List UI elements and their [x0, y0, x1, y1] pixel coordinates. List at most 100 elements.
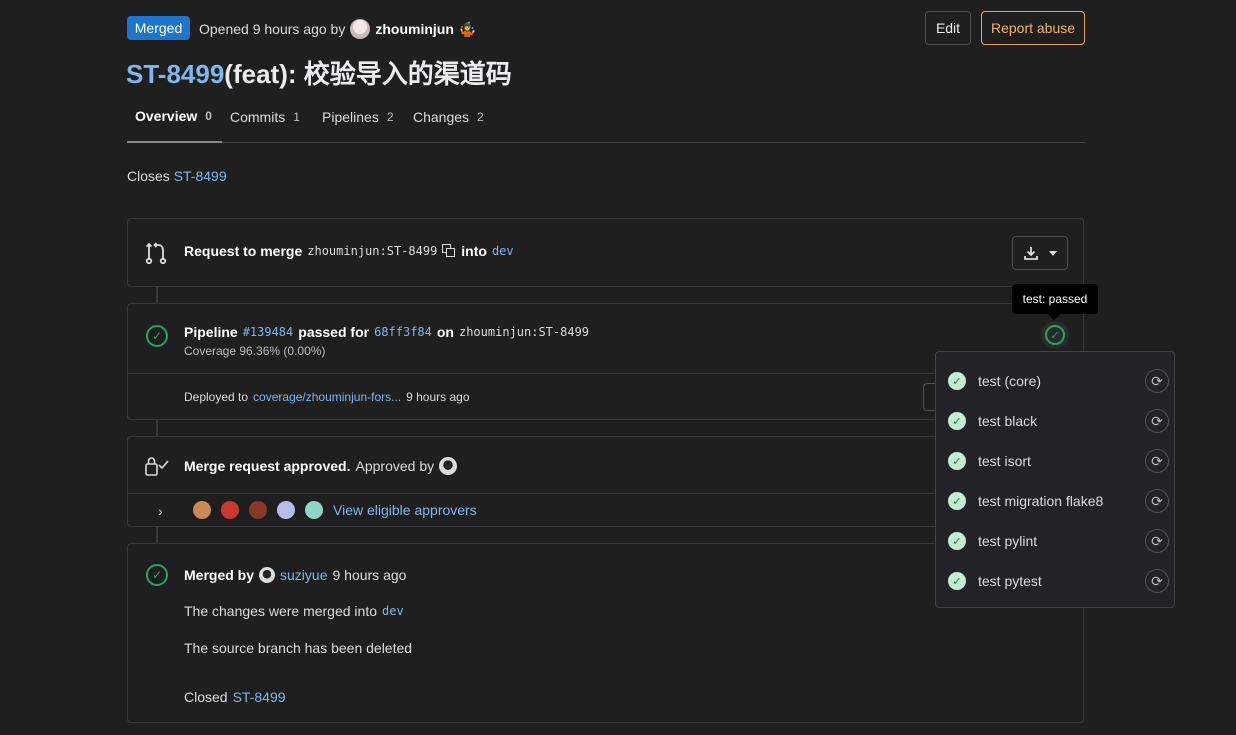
stage-status-button[interactable]: ✓	[1041, 321, 1069, 349]
merged-by-text: Merged by suziyue 9 hours ago	[184, 567, 406, 583]
tab-label: Changes	[413, 108, 470, 125]
approval-label: Merge request approved.	[184, 458, 351, 474]
edit-button[interactable]: Edit	[925, 11, 971, 45]
description: Closes ST-8499	[127, 168, 227, 184]
check-icon: ✓	[948, 572, 966, 590]
merged-branch-link[interactable]: dev	[382, 604, 404, 618]
timeline-connector	[156, 286, 158, 304]
status-badge: Merged	[127, 16, 190, 40]
retry-icon[interactable]: ⟳	[1145, 409, 1169, 433]
copy-icon[interactable]	[442, 244, 456, 258]
title-text: (feat): 校验导入的渠道码	[224, 59, 512, 89]
target-branch-link[interactable]: dev	[492, 244, 514, 258]
job-item[interactable]: ✓ test isort ⟳	[948, 445, 1169, 477]
stage-jobs-dropdown: ✓ test (core) ⟳ ✓ test black ⟳ ✓ test is…	[935, 351, 1175, 608]
timeline-connector	[156, 526, 158, 544]
deployed-prefix: Deployed to	[184, 390, 249, 404]
pipeline-status-icon[interactable]: ✓	[146, 325, 168, 347]
closes-prefix: Closes	[127, 168, 170, 184]
deployment-text: Deployed to coverage/zhouminjun-fors... …	[184, 390, 470, 404]
job-item[interactable]: ✓ test (core) ⟳	[948, 365, 1169, 397]
tooltip-arrow	[1048, 314, 1060, 320]
merged-into-label: The changes were merged into	[184, 603, 377, 619]
source-deleted-text: The source branch has been deleted	[184, 640, 413, 656]
retry-icon[interactable]: ⟳	[1145, 449, 1169, 473]
title-ref-link[interactable]: ST-8499	[126, 59, 224, 89]
approval-icon	[144, 455, 170, 477]
tab-commits[interactable]: Commits 1	[230, 100, 300, 143]
retry-icon[interactable]: ⟳	[1145, 489, 1169, 513]
merge-request-label: Request to merge	[184, 243, 303, 259]
job-name: test migration flake8	[978, 493, 1104, 509]
tab-count: 2	[386, 109, 394, 124]
deployed-time: 9 hours ago	[406, 390, 470, 404]
view-approvers-link[interactable]: View eligible approvers	[333, 502, 477, 518]
job-name: test pytest	[978, 573, 1042, 589]
job-item[interactable]: ✓ test pytest ⟳	[948, 565, 1169, 597]
closed-prefix: Closed	[184, 689, 228, 705]
approver-avatar[interactable]	[249, 501, 267, 519]
closes-issue-link[interactable]: ST-8499	[174, 168, 227, 184]
job-name: test (core)	[978, 373, 1042, 389]
merge-request-panel: Request to merge zhouminjun:ST-8499 into…	[127, 218, 1084, 287]
tab-pipelines[interactable]: Pipelines 2	[322, 100, 394, 143]
merged-by-label: Merged by	[184, 567, 255, 583]
passed-for-label: passed for	[298, 324, 370, 340]
into-label: into	[461, 243, 487, 259]
approver-avatar[interactable]	[305, 501, 323, 519]
author-status-emoji: 🤹	[458, 20, 477, 37]
tab-count: 1	[293, 109, 300, 124]
coverage-text: Coverage 96.36% (0.00%)	[184, 344, 326, 358]
job-item[interactable]: ✓ test black ⟳	[948, 405, 1169, 437]
opened-text: Opened 9 hours ago by	[199, 21, 346, 37]
approver-avatar[interactable]	[193, 501, 211, 519]
opened-info: Opened 9 hours ago by zhouminjun 🤹	[199, 19, 476, 39]
closed-issue-link[interactable]: ST-8499	[233, 689, 286, 705]
commit-link[interactable]: 68ff3f84	[374, 325, 432, 339]
on-label: on	[436, 324, 454, 340]
merged-into-text: The changes were merged into dev	[184, 603, 404, 619]
retry-icon[interactable]: ⟳	[1145, 529, 1169, 553]
chevron-down-icon	[1049, 250, 1057, 256]
retry-icon[interactable]: ⟳	[1145, 569, 1169, 593]
job-item[interactable]: ✓ test migration flake8 ⟳	[948, 485, 1169, 517]
tab-bar: Overview 0 Commits 1 Pipelines 2 Changes…	[127, 100, 1085, 143]
merger-avatar[interactable]	[259, 567, 276, 583]
tab-changes[interactable]: Changes 2	[413, 100, 484, 143]
chevron-right-icon[interactable]: ›	[158, 503, 163, 519]
merger-link[interactable]: suziyue	[280, 567, 327, 583]
pipeline-label: Pipeline	[184, 324, 238, 340]
merged-time: 9 hours ago	[332, 567, 407, 583]
approver-avatar[interactable]	[439, 457, 458, 475]
closed-text: Closed ST-8499	[184, 689, 286, 705]
retry-icon[interactable]: ⟳	[1145, 369, 1169, 393]
author-link[interactable]: zhouminjun	[375, 21, 454, 37]
author-avatar[interactable]	[350, 19, 371, 39]
source-branch: zhouminjun:ST-8499	[307, 244, 438, 258]
pipeline-id-link[interactable]: #139484	[243, 325, 294, 339]
report-abuse-button[interactable]: Report abuse	[981, 11, 1085, 45]
job-name: test black	[978, 413, 1038, 429]
merge-request-icon	[144, 241, 168, 265]
tab-label: Pipelines	[322, 108, 379, 125]
approval-text: Merge request approved. Approved by	[184, 457, 458, 475]
approver-avatar[interactable]	[277, 501, 295, 519]
approver-avatar[interactable]	[221, 501, 239, 519]
environment-link[interactable]: coverage/zhouminjun-fors...	[253, 390, 401, 404]
merged-status-icon: ✓	[146, 564, 168, 586]
check-icon: ✓	[948, 532, 966, 550]
job-item[interactable]: ✓ test pylint ⟳	[948, 525, 1169, 557]
job-name: test pylint	[978, 533, 1038, 549]
tab-overview[interactable]: Overview 0	[127, 100, 222, 143]
timeline-connector	[156, 419, 158, 437]
tab-label: Overview	[135, 107, 198, 124]
check-icon: ✓	[948, 412, 966, 430]
eligible-approvers: View eligible approvers	[193, 501, 477, 519]
check-icon: ✓	[948, 492, 966, 510]
stage-tooltip: test: passed	[1012, 284, 1098, 314]
merge-request-text: Request to merge zhouminjun:ST-8499 into…	[184, 243, 514, 259]
check-icon: ✓	[1045, 325, 1065, 345]
pipeline-text: Pipeline #139484 passed for 68ff3f84 on …	[184, 324, 589, 340]
download-dropdown-button[interactable]	[1012, 236, 1068, 270]
approved-by-label: Approved by	[355, 458, 435, 474]
